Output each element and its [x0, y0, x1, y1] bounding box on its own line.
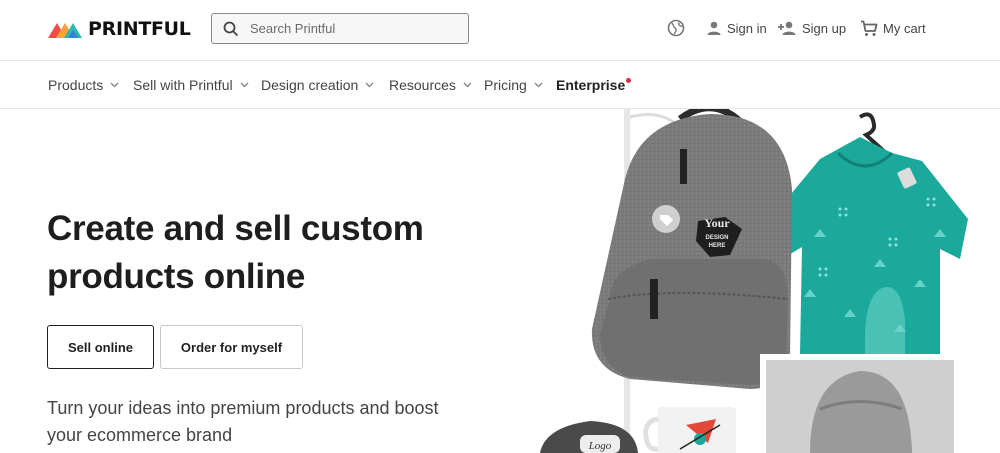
hero-subtitle: Turn your ideas into premium products an…	[47, 395, 477, 449]
chevron-down-icon	[463, 82, 472, 88]
backpack-print-line-3: HERE	[709, 243, 726, 249]
hero-title-line-2: products online	[47, 257, 306, 296]
nav-item-products[interactable]: Products	[48, 75, 119, 95]
globe-icon	[667, 19, 685, 37]
language-selector[interactable]	[667, 17, 690, 39]
sign-in-label: Sign in	[727, 20, 767, 36]
search-box[interactable]	[211, 13, 469, 44]
search-icon	[212, 14, 250, 43]
sign-up-link[interactable]: Sign up	[777, 17, 846, 39]
backpack-print-line-1: Your	[704, 216, 730, 230]
printful-mountain-icon	[48, 23, 82, 38]
nav-item-label: Products	[48, 77, 104, 93]
add-user-icon	[778, 21, 796, 35]
embroidered-cap: Logo	[540, 421, 638, 453]
cap-print-text: Logo	[588, 440, 612, 452]
sign-in-link[interactable]: Sign in	[706, 17, 767, 39]
cart-link[interactable]: My cart	[860, 17, 926, 39]
teal-tshirt	[772, 112, 968, 354]
cart-icon	[861, 20, 878, 36]
order-for-myself-button[interactable]: Order for myself	[160, 325, 303, 369]
nav-item-sell-with-printful[interactable]: Sell with Printful	[133, 75, 249, 95]
top-header: PRINTFUL Sign in Sign up My cart	[0, 0, 1000, 61]
chevron-down-icon	[365, 82, 374, 88]
backpack-photo-card	[760, 354, 960, 453]
nav-item-resources[interactable]: Resources	[389, 75, 472, 95]
cart-label: My cart	[883, 20, 926, 36]
backpack-print-line-2: DESIGN	[705, 235, 728, 241]
hero-title: Create and sell custom products online	[47, 205, 497, 301]
nav-item-label: Enterprise	[556, 77, 626, 93]
search-input[interactable]	[250, 21, 460, 36]
new-indicator-dot	[626, 78, 632, 83]
nav-item-pricing[interactable]: Pricing	[484, 75, 543, 95]
printful-logo[interactable]: PRINTFUL	[48, 17, 191, 41]
user-icon	[707, 21, 721, 35]
chevron-down-icon	[240, 82, 249, 88]
nav-item-label: Design creation	[261, 77, 359, 93]
logo-text: PRINTFUL	[88, 18, 191, 40]
product-collage-illustration: Your DESIGN HERE Logo	[540, 109, 968, 453]
chevron-down-icon	[534, 82, 543, 88]
printed-mug	[643, 407, 736, 453]
nav-item-label: Resources	[389, 77, 456, 93]
hero-product-collage: Your DESIGN HERE Logo	[520, 109, 1000, 453]
grey-backpack: Your DESIGN HERE	[591, 109, 792, 389]
nav-item-label: Sell with Printful	[133, 77, 233, 93]
nav-item-enterprise[interactable]: Enterprise	[556, 75, 632, 95]
nav-item-design-creation[interactable]: Design creation	[261, 75, 374, 95]
sell-online-button[interactable]: Sell online	[47, 325, 154, 369]
chevron-down-icon	[110, 82, 119, 88]
hero-subtitle-line-1: Turn your ideas into premium products an…	[47, 398, 439, 418]
hero-title-line-1: Create and sell custom	[47, 209, 424, 248]
hero-subtitle-line-2: your ecommerce brand	[47, 425, 233, 445]
sign-up-label: Sign up	[802, 20, 847, 36]
main-nav: Products Sell with Printful Design creat…	[0, 61, 1000, 109]
nav-item-label: Pricing	[484, 77, 527, 93]
